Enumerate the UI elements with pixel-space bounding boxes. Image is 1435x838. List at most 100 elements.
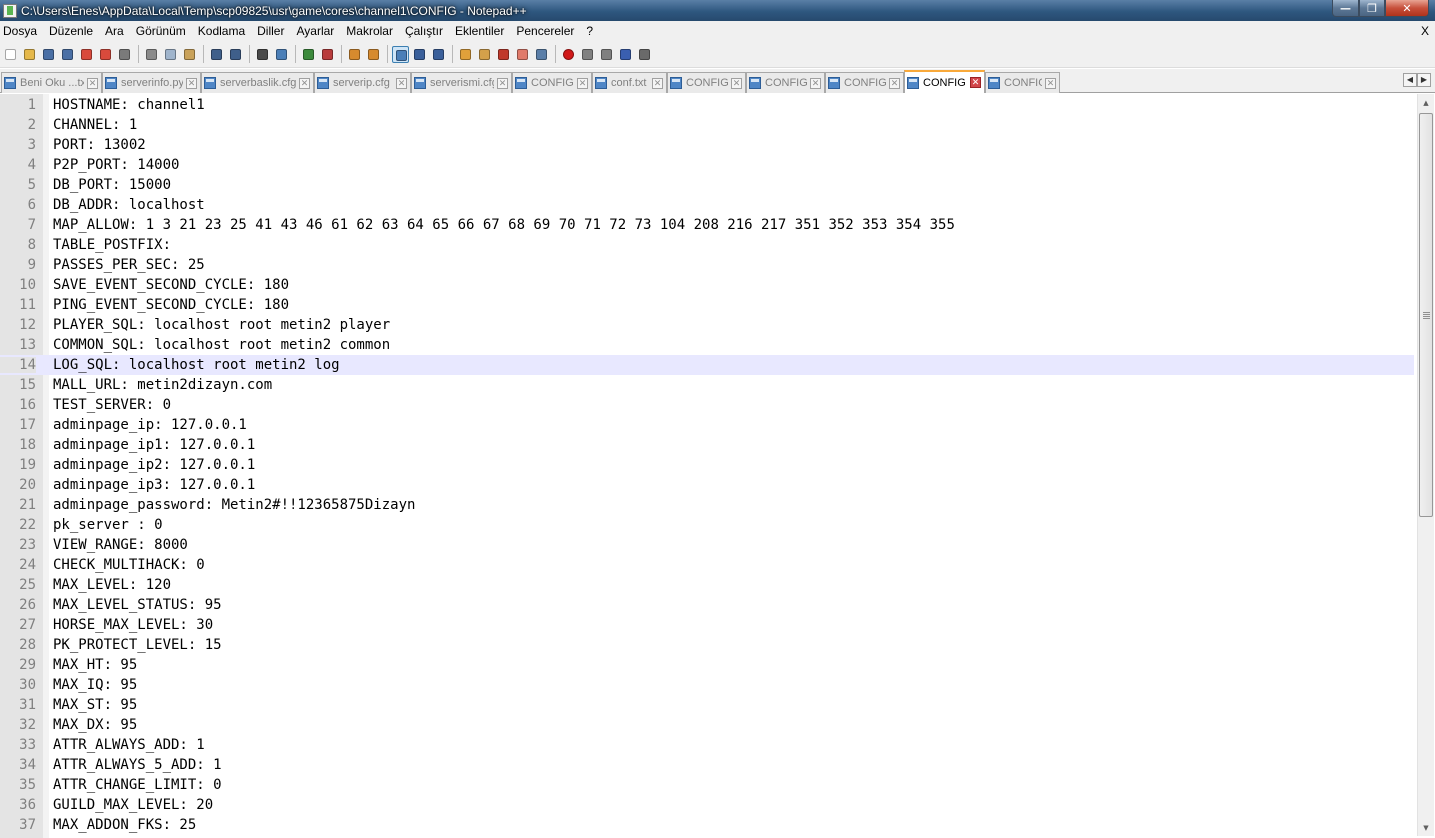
menu-duzenle[interactable]: Düzenle bbox=[44, 21, 100, 41]
zoom-out-icon[interactable] bbox=[319, 46, 336, 63]
tab-9[interactable]: CONFIG ✕ bbox=[825, 72, 904, 93]
tab-close-icon[interactable]: ✕ bbox=[497, 77, 508, 89]
editor-line[interactable]: 32 MAX_DX: 95 bbox=[0, 715, 1414, 735]
tab-7[interactable]: CONFIG ✕ bbox=[667, 72, 746, 93]
tab-close-icon[interactable]: ✕ bbox=[299, 77, 310, 89]
tab-0[interactable]: Beni Oku ...txt ✕ bbox=[1, 72, 102, 93]
close-all-icon[interactable] bbox=[97, 46, 114, 63]
redo-icon[interactable] bbox=[227, 46, 244, 63]
line-text[interactable]: PK_PROTECT_LEVEL: 15 bbox=[53, 637, 222, 653]
editor-line[interactable]: 20 adminpage_ip3: 127.0.0.1 bbox=[0, 475, 1414, 495]
sync-horizontal-icon[interactable] bbox=[365, 46, 382, 63]
line-text[interactable]: adminpage_ip: 127.0.0.1 bbox=[53, 417, 247, 433]
editor-line[interactable]: 9 PASSES_PER_SEC: 25 bbox=[0, 255, 1414, 275]
tab-10[interactable]: CONFIG ✕ bbox=[904, 70, 985, 93]
word-wrap-icon[interactable] bbox=[392, 45, 409, 63]
print-icon[interactable] bbox=[116, 46, 133, 63]
tab-4[interactable]: serverismi.cfg ✕ bbox=[411, 72, 512, 93]
new-file-icon[interactable] bbox=[2, 46, 19, 63]
save-icon[interactable] bbox=[40, 46, 57, 63]
editor-line[interactable]: 28 PK_PROTECT_LEVEL: 15 bbox=[0, 635, 1414, 655]
paste-icon[interactable] bbox=[181, 46, 198, 63]
line-text[interactable]: CHECK_MULTIHACK: 0 bbox=[53, 557, 205, 573]
line-text[interactable]: HORSE_MAX_LEVEL: 30 bbox=[53, 617, 213, 633]
tab-scroll-left-icon[interactable]: ◀ bbox=[1403, 73, 1417, 87]
line-text[interactable]: MAX_ADDON_FKS: 25 bbox=[53, 817, 196, 833]
sync-vertical-icon[interactable] bbox=[346, 46, 363, 63]
line-text[interactable]: TEST_SERVER: 0 bbox=[53, 397, 171, 413]
editor-line[interactable]: 17 adminpage_ip: 127.0.0.1 bbox=[0, 415, 1414, 435]
menu-eklentiler[interactable]: Eklentiler bbox=[450, 21, 511, 41]
editor-line[interactable]: 30 MAX_IQ: 95 bbox=[0, 675, 1414, 695]
zoom-in-icon[interactable] bbox=[300, 46, 317, 63]
tab-close-icon[interactable]: ✕ bbox=[889, 77, 900, 89]
tab-6[interactable]: conf.txt ✕ bbox=[592, 72, 667, 93]
doc-map-icon[interactable] bbox=[476, 46, 493, 63]
indent-guide-icon[interactable] bbox=[430, 46, 447, 63]
editor-line[interactable]: 3 PORT: 13002 bbox=[0, 135, 1414, 155]
tab-close-icon[interactable]: ✕ bbox=[810, 77, 821, 89]
editor-line[interactable]: 12 PLAYER_SQL: localhost root metin2 play… bbox=[0, 315, 1414, 335]
line-text[interactable]: PLAYER_SQL: localhost root metin2 player bbox=[53, 317, 390, 333]
tab-1[interactable]: serverinfo.py ✕ bbox=[102, 72, 201, 93]
tab-close-icon[interactable]: ✕ bbox=[186, 77, 197, 89]
menu-ara[interactable]: Ara bbox=[100, 21, 131, 41]
monitoring-eye-icon[interactable] bbox=[533, 46, 550, 63]
line-text[interactable]: DB_PORT: 15000 bbox=[53, 177, 171, 193]
tab-2[interactable]: serverbaslik.cfg ✕ bbox=[201, 72, 314, 93]
editor-line[interactable]: 29 MAX_HT: 95 bbox=[0, 655, 1414, 675]
tab-11[interactable]: CONFIG✕ bbox=[985, 72, 1060, 93]
tab-close-icon[interactable]: ✕ bbox=[396, 77, 407, 89]
editor-line[interactable]: 26 MAX_LEVEL_STATUS: 95 bbox=[0, 595, 1414, 615]
line-text[interactable]: PORT: 13002 bbox=[53, 137, 146, 153]
editor-line[interactable]: 1 HOSTNAME: channel1 bbox=[0, 95, 1414, 115]
line-text[interactable]: CHANNEL: 1 bbox=[53, 117, 137, 133]
open-file-icon[interactable] bbox=[21, 46, 38, 63]
scroll-up-icon[interactable]: ▲ bbox=[1418, 94, 1434, 111]
line-text[interactable]: ATTR_ALWAYS_ADD: 1 bbox=[53, 737, 205, 753]
editor-line[interactable]: 13 COMMON_SQL: localhost root metin2 comm… bbox=[0, 335, 1414, 355]
editor-line[interactable]: 5 DB_PORT: 15000 bbox=[0, 175, 1414, 195]
editor-line[interactable]: 24 CHECK_MULTIHACK: 0 bbox=[0, 555, 1414, 575]
editor-line[interactable]: 37 MAX_ADDON_FKS: 25 bbox=[0, 815, 1414, 835]
line-text[interactable]: ATTR_CHANGE_LIMIT: 0 bbox=[53, 777, 222, 793]
scroll-down-icon[interactable]: ▼ bbox=[1418, 819, 1434, 836]
macro-run-multiple-icon[interactable] bbox=[617, 46, 634, 63]
user-lang-icon[interactable] bbox=[457, 46, 474, 63]
editor-line[interactable]: 19 adminpage_ip2: 127.0.0.1 bbox=[0, 455, 1414, 475]
editor-line[interactable]: 31 MAX_ST: 95 bbox=[0, 695, 1414, 715]
tab-close-icon[interactable]: ✕ bbox=[731, 77, 742, 89]
minimize-button[interactable]: — bbox=[1332, 0, 1359, 17]
line-text[interactable]: P2P_PORT: 14000 bbox=[53, 157, 179, 173]
menu-makrolar[interactable]: Makrolar bbox=[341, 21, 400, 41]
line-text[interactable]: VIEW_RANGE: 8000 bbox=[53, 537, 188, 553]
find-icon[interactable] bbox=[254, 46, 271, 63]
restore-button[interactable]: ❐ bbox=[1359, 0, 1385, 17]
tab-scroll-right-icon[interactable]: ▶ bbox=[1417, 73, 1431, 87]
line-text[interactable]: TABLE_POSTFIX: bbox=[53, 237, 171, 253]
line-text[interactable]: GUILD_MAX_LEVEL: 20 bbox=[53, 797, 213, 813]
macro-record-icon[interactable] bbox=[560, 46, 577, 63]
line-text[interactable]: MAX_IQ: 95 bbox=[53, 677, 137, 693]
editor-line[interactable]: 10 SAVE_EVENT_SECOND_CYCLE: 180 bbox=[0, 275, 1414, 295]
editor-line[interactable]: 25 MAX_LEVEL: 120 bbox=[0, 575, 1414, 595]
line-text[interactable]: MAX_HT: 95 bbox=[53, 657, 137, 673]
menu-calistir[interactable]: Çalıştır bbox=[400, 21, 450, 41]
function-list-icon[interactable] bbox=[495, 46, 512, 63]
menu-ayarlar[interactable]: Ayarlar bbox=[291, 21, 341, 41]
close-document-button[interactable]: X bbox=[1421, 21, 1429, 41]
line-text[interactable]: COMMON_SQL: localhost root metin2 common bbox=[53, 337, 390, 353]
editor-line[interactable]: 7 MAP_ALLOW: 1 3 21 23 25 41 43 46 61 62 … bbox=[0, 215, 1414, 235]
scrollbar-thumb[interactable] bbox=[1419, 113, 1433, 517]
vertical-scrollbar[interactable]: ▲ ▼ bbox=[1417, 94, 1434, 836]
close-window-button[interactable]: ✕ bbox=[1385, 0, 1429, 17]
editor-line[interactable]: 6 DB_ADDR: localhost bbox=[0, 195, 1414, 215]
line-text[interactable]: MAX_ST: 95 bbox=[53, 697, 137, 713]
menu-kodlama[interactable]: Kodlama bbox=[193, 21, 252, 41]
tab-close-icon[interactable]: ✕ bbox=[87, 77, 98, 89]
line-text[interactable]: MAX_LEVEL: 120 bbox=[53, 577, 171, 593]
editor-line[interactable]: 4 P2P_PORT: 14000 bbox=[0, 155, 1414, 175]
copy-icon[interactable] bbox=[162, 46, 179, 63]
editor-line[interactable]: 27 HORSE_MAX_LEVEL: 30 bbox=[0, 615, 1414, 635]
editor-line[interactable]: 34 ATTR_ALWAYS_5_ADD: 1 bbox=[0, 755, 1414, 775]
